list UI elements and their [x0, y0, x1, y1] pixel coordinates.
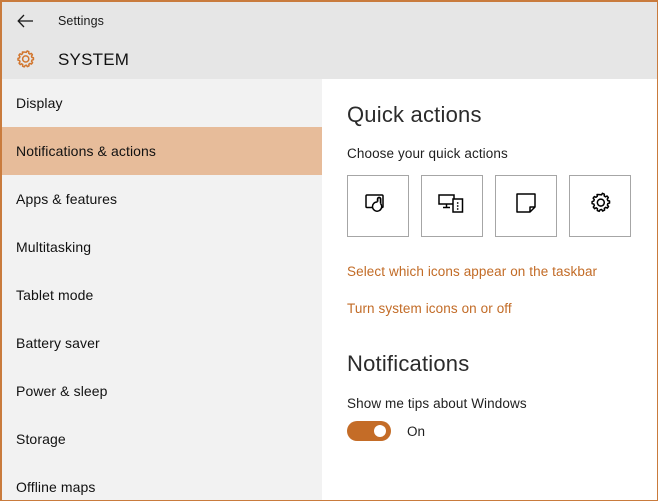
- app-title: Settings: [58, 14, 104, 28]
- sidebar-item-label: Storage: [16, 431, 66, 447]
- page-title: SYSTEM: [58, 49, 130, 69]
- sidebar-item-notifications-and-actions[interactable]: Notifications & actions: [2, 127, 322, 175]
- note-icon: [514, 191, 539, 221]
- back-button[interactable]: [2, 2, 48, 40]
- settings-window: Settings SYSTEM Display Notifications & …: [0, 0, 658, 501]
- show-tips-toggle-state: On: [407, 423, 426, 439]
- settings-links: Select which icons appear on the taskbar…: [347, 264, 657, 316]
- toggle-knob: [374, 425, 386, 437]
- quick-actions-heading: Quick actions: [347, 102, 482, 127]
- quick-action-tiles: [347, 175, 657, 237]
- notifications-heading: Notifications: [347, 351, 470, 376]
- quick-action-tile-all-settings[interactable]: [569, 175, 631, 237]
- quick-action-tile-tablet-mode[interactable]: [347, 175, 409, 237]
- link-turn-system-icons-on-off[interactable]: Turn system icons on or off: [347, 301, 657, 316]
- category-row: SYSTEM: [2, 40, 657, 79]
- sidebar-item-label: Tablet mode: [16, 287, 94, 303]
- back-arrow-icon: [16, 14, 34, 28]
- sidebar-item-offline-maps[interactable]: Offline maps: [2, 463, 322, 500]
- main-content: Quick actions Choose your quick actions: [322, 79, 657, 500]
- gear-icon: [2, 40, 48, 79]
- sidebar-item-tablet-mode[interactable]: Tablet mode: [2, 271, 322, 319]
- sidebar-item-label: Notifications & actions: [16, 143, 157, 159]
- sidebar-item-battery-saver[interactable]: Battery saver: [2, 319, 322, 367]
- title-bar: Settings: [2, 2, 657, 40]
- sidebar-item-label: Apps & features: [16, 191, 118, 207]
- tablet-touch-icon: [364, 191, 392, 222]
- quick-actions-subtitle: Choose your quick actions: [347, 146, 508, 161]
- sidebar-item-multitasking[interactable]: Multitasking: [2, 223, 322, 271]
- sidebar-item-apps-and-features[interactable]: Apps & features: [2, 175, 322, 223]
- show-tips-toggle[interactable]: [347, 421, 391, 441]
- sidebar-item-label: Offline maps: [16, 479, 96, 495]
- connect-display-icon: [437, 191, 467, 222]
- sidebar-item-power-and-sleep[interactable]: Power & sleep: [2, 367, 322, 415]
- sidebar-item-label: Battery saver: [16, 335, 100, 351]
- quick-action-tile-connect[interactable]: [421, 175, 483, 237]
- sidebar-item-label: Multitasking: [16, 239, 92, 255]
- sidebar-item-label: Power & sleep: [16, 383, 108, 399]
- show-tips-toggle-row: On: [347, 421, 657, 441]
- sidebar-item-display[interactable]: Display: [2, 79, 322, 127]
- sidebar-item-label: Display: [16, 95, 63, 111]
- link-select-taskbar-icons[interactable]: Select which icons appear on the taskbar: [347, 264, 657, 279]
- sidebar-nav: Display Notifications & actions Apps & f…: [2, 79, 322, 500]
- quick-action-tile-note[interactable]: [495, 175, 557, 237]
- show-tips-label: Show me tips about Windows: [347, 396, 527, 411]
- gear-icon: [587, 191, 613, 222]
- window-header: Settings SYSTEM: [2, 2, 657, 79]
- window-body: Display Notifications & actions Apps & f…: [2, 79, 657, 500]
- sidebar-item-storage[interactable]: Storage: [2, 415, 322, 463]
